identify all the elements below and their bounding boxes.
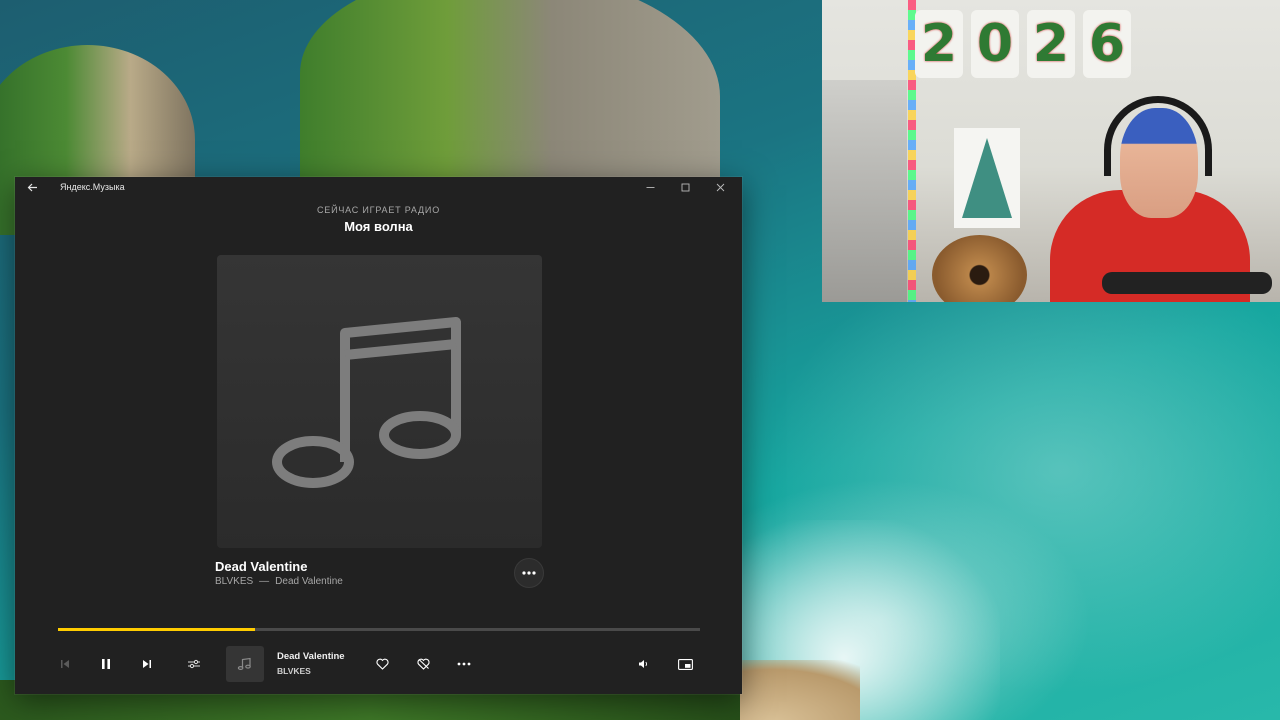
pause-button[interactable]	[92, 652, 120, 676]
track-meta: BLVKES — Dead Valentine	[215, 576, 343, 587]
year-digit: 0	[971, 10, 1019, 78]
close-button[interactable]	[703, 177, 738, 197]
previous-track-icon	[61, 660, 69, 668]
webcam-shelf	[822, 80, 907, 302]
picture-in-picture-icon	[677, 658, 693, 670]
playback-progress-fill	[58, 628, 256, 631]
mini-player-button[interactable]	[671, 652, 699, 676]
yandex-music-window: Яндекс.Музыка СЕЙЧАС ИГРАЕТ РАДИО Моя во…	[15, 177, 742, 694]
station-title: Моя волна	[344, 219, 413, 234]
player-track-artist[interactable]: BLVKES	[277, 666, 311, 676]
title-bar: Яндекс.Музыка	[15, 177, 742, 197]
heart-crossed-icon	[416, 658, 430, 670]
dislike-button[interactable]	[409, 652, 437, 676]
maximize-icon	[681, 183, 690, 191]
next-track-icon	[143, 660, 151, 668]
mini-album-cover[interactable]	[226, 646, 264, 682]
track-artist[interactable]: BLVKES	[215, 576, 253, 587]
arrow-left-icon	[27, 183, 37, 191]
wallpaper-cliff-middle	[300, 0, 720, 200]
webcam-headphones	[1104, 96, 1212, 176]
track-meta-separator: —	[259, 576, 270, 587]
webcam-christmas-tree-painting	[954, 128, 1020, 228]
music-note-icon	[272, 317, 461, 488]
close-icon	[716, 183, 725, 191]
back-button[interactable]	[15, 177, 49, 197]
webcam-guitar	[932, 235, 1027, 302]
track-more-button[interactable]	[514, 558, 544, 588]
pause-icon	[102, 659, 110, 669]
album-cover	[217, 255, 542, 548]
webcam-overlay: 2 0 2 6	[822, 0, 1280, 302]
year-digit: 2	[1027, 10, 1075, 78]
webcam-microphone	[1102, 272, 1272, 294]
track-album[interactable]: Dead Valentine	[275, 576, 343, 587]
radio-settings-button[interactable]	[180, 652, 208, 676]
maximize-button[interactable]	[668, 177, 703, 197]
more-dots-icon	[457, 662, 471, 666]
like-button[interactable]	[368, 652, 396, 676]
track-title[interactable]: Dead Valentine	[215, 559, 307, 574]
volume-button[interactable]	[629, 652, 657, 676]
equalizer-settings-icon	[188, 659, 200, 669]
year-digit: 2	[915, 10, 963, 78]
window-controls	[633, 177, 738, 197]
minimize-button[interactable]	[633, 177, 668, 197]
previous-track-button[interactable]	[51, 652, 79, 676]
heart-icon	[375, 658, 389, 670]
minimize-icon	[646, 186, 655, 188]
playback-progress-bar[interactable]	[58, 628, 700, 631]
more-dots-icon	[522, 571, 536, 575]
webcam-year-decoration: 2 0 2 6	[908, 10, 1138, 80]
app-title: Яндекс.Музыка	[60, 182, 125, 192]
volume-icon	[638, 660, 647, 668]
player-track-title[interactable]: Dead Valentine	[277, 651, 345, 662]
music-note-icon	[237, 657, 251, 671]
now-playing-radio-label: СЕЙЧАС ИГРАЕТ РАДИО	[317, 205, 440, 215]
next-track-button[interactable]	[133, 652, 161, 676]
year-digit: 6	[1083, 10, 1131, 78]
player-more-button[interactable]	[450, 652, 478, 676]
